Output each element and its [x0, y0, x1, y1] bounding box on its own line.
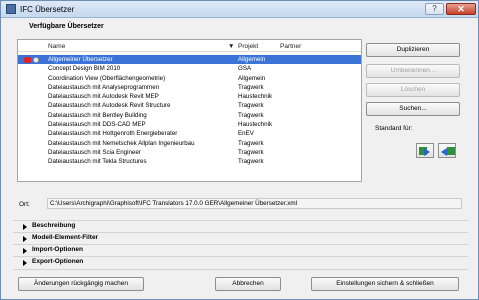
section-label: Export-Optionen: [32, 258, 84, 265]
section-label: Modell-Element-Filter: [32, 234, 99, 241]
standard-label: Standard für:: [375, 125, 413, 132]
undo-changes-button[interactable]: Änderungen rückgängig machen: [18, 277, 144, 291]
window-title: IFC Übersetzer: [20, 5, 75, 14]
translator-list: Name ▼ Projekt Partner Allgemeiner Übers…: [17, 39, 362, 182]
row-project: Tragwerk: [238, 139, 264, 147]
sort-down-icon: ▼: [228, 43, 235, 50]
default-import-icon: [24, 57, 31, 63]
table-row[interactable]: Coordination View (Oberflächengeometrie)…: [18, 74, 361, 83]
column-partner[interactable]: Partner: [280, 43, 301, 50]
section-description[interactable]: Beschreibung: [13, 220, 468, 231]
table-row[interactable]: Dateiaustausch mit Scia Engineer Tragwerk: [18, 148, 361, 157]
table-row[interactable]: Dateiaustausch mit Nemetschek Allplan In…: [18, 139, 361, 148]
expand-triangle-icon: [23, 260, 27, 266]
cancel-button[interactable]: Abbrechen: [215, 277, 281, 291]
rename-button[interactable]: Umbenennen...: [366, 64, 460, 78]
row-project: Haustechnik: [238, 121, 273, 129]
app-icon: [6, 4, 16, 14]
row-project: Tragwerk: [238, 102, 264, 110]
path-label: Ort:: [19, 201, 30, 208]
table-row[interactable]: Dateiaustausch mit Autodesk Revit MEP Hau…: [18, 92, 361, 101]
row-project: Allgemein: [238, 74, 266, 82]
column-project[interactable]: Projekt: [238, 43, 258, 50]
section-label: Beschreibung: [32, 222, 76, 229]
export-icon: [447, 147, 455, 155]
row-name: Allgemeiner Übersetzer: [48, 56, 113, 63]
section-export-options[interactable]: Export-Optionen: [13, 256, 468, 267]
duplicate-button[interactable]: Duplizieren: [366, 43, 460, 57]
row-project: Allgemein: [238, 56, 266, 63]
table-row[interactable]: Concept Design BIM 2010 GSA: [18, 64, 361, 73]
table-row[interactable]: Allgemeiner Übersetzer Allgemein: [18, 55, 361, 65]
table-row[interactable]: Dateiaustausch mit Analyseprogrammen Trag…: [18, 83, 361, 92]
row-name: Coordination View (Oberflächengeometrie): [48, 74, 166, 82]
table-row[interactable]: Dateiaustausch mit Tekla Structures Tragw…: [18, 157, 361, 166]
row-name: Dateiaustausch mit DDS-CAD MEP: [48, 121, 146, 129]
column-name[interactable]: Name: [48, 43, 65, 50]
default-export-icon: [33, 57, 39, 63]
row-name: Dateiaustausch mit Bentley Building: [48, 111, 147, 119]
table-row[interactable]: Dateiaustausch mit DDS-CAD MEP Haustechni…: [18, 120, 361, 129]
row-project: GSA: [238, 65, 252, 73]
row-name: Concept Design BIM 2010: [48, 65, 121, 73]
table-row[interactable]: Dateiaustausch mit Hottgenroth Energiebe…: [18, 129, 361, 138]
close-button[interactable]: ✕: [446, 3, 476, 15]
section-title: Verfügbare Übersetzer: [29, 23, 104, 30]
expand-triangle-icon: [23, 248, 27, 254]
delete-button[interactable]: Löschen: [366, 83, 460, 97]
row-name: Dateiaustausch mit Autodesk Revit MEP: [48, 93, 159, 101]
table-row[interactable]: Dateiaustausch mit Autodesk Revit Struct…: [18, 101, 361, 110]
expand-triangle-icon: [23, 236, 27, 242]
standard-export-button[interactable]: [438, 143, 456, 158]
row-project: Tragwerk: [238, 83, 264, 91]
table-row[interactable]: Dateiaustausch mit Bentley Building Tragw…: [18, 111, 361, 120]
search-button[interactable]: Suchen...: [366, 102, 460, 116]
row-project: EnEV: [238, 130, 254, 138]
column-header: Name ▼ Projekt Partner: [18, 40, 361, 52]
section-label: Import-Optionen: [32, 246, 83, 253]
help-button[interactable]: ?: [425, 3, 444, 15]
standard-import-button[interactable]: [416, 143, 434, 158]
divider: [13, 269, 468, 270]
ifc-translator-dialog: IFC Übersetzer ? ✕ Verfügbare Übersetzer…: [0, 0, 479, 300]
row-name: Dateiaustausch mit Hottgenroth Energiebe…: [48, 130, 178, 138]
row-name: Dateiaustausch mit Autodesk Revit Struct…: [48, 102, 171, 110]
row-name: Dateiaustausch mit Tekla Structures: [48, 158, 147, 166]
row-name: Dateiaustausch mit Scia Engineer: [48, 148, 141, 156]
save-and-close-button[interactable]: Einstellungen sichern & schließen: [311, 277, 459, 291]
row-project: Haustechnik: [238, 93, 273, 101]
path-field: C:\Users\Archigraphi\Graphisoft\IFC Tran…: [47, 198, 462, 209]
row-name: Dateiaustausch mit Analyseprogrammen: [48, 83, 160, 91]
row-project: Tragwerk: [238, 111, 264, 119]
expand-triangle-icon: [23, 224, 27, 230]
section-import-options[interactable]: Import-Optionen: [13, 244, 468, 255]
row-project: Tragwerk: [238, 158, 264, 166]
row-project: Tragwerk: [238, 148, 264, 156]
row-name: Dateiaustausch mit Nemetschek Allplan In…: [48, 139, 195, 147]
arrow-left-icon: [441, 148, 447, 156]
section-element-filter[interactable]: Modell-Element-Filter: [13, 232, 468, 243]
table-rows: Allgemeiner Übersetzer Allgemein Concept D…: [18, 55, 361, 167]
title-bar: IFC Übersetzer ? ✕: [1, 1, 478, 18]
arrow-right-icon: [424, 148, 430, 156]
